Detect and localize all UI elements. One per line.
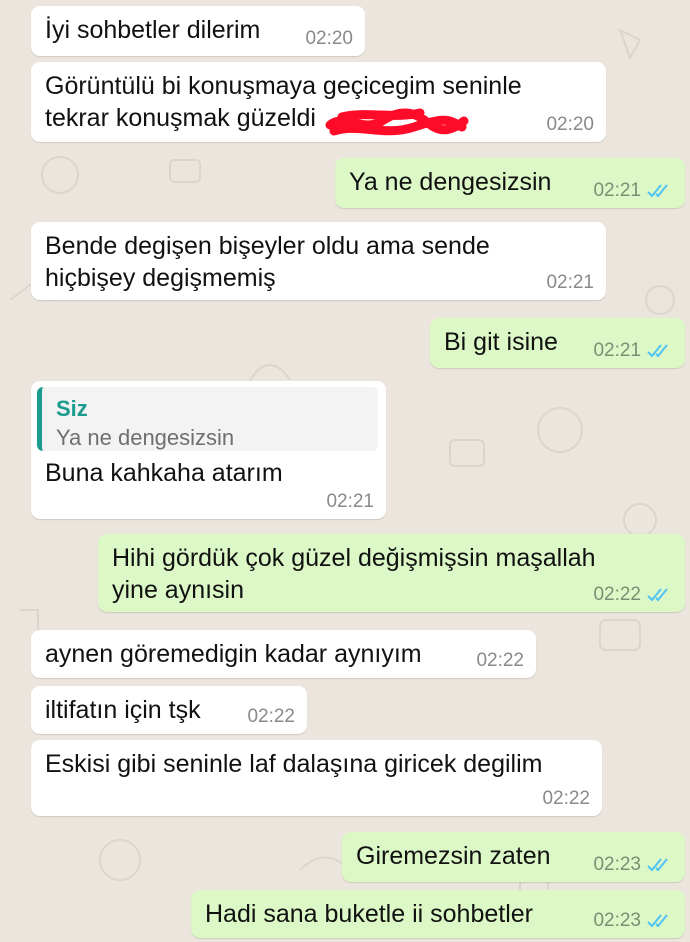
message-time: 02:21 xyxy=(593,340,641,361)
message-bubble-incoming[interactable]: iltifatın için tşk 02:22 xyxy=(31,686,307,734)
message-time: 02:21 xyxy=(546,272,594,293)
read-ticks-icon xyxy=(647,184,668,198)
message-meta: 02:23 xyxy=(593,854,673,876)
read-ticks-icon xyxy=(647,914,668,928)
message-time: 02:20 xyxy=(546,114,594,135)
quoted-message[interactable]: Siz Ya ne dengesizsin xyxy=(37,387,378,451)
message-text: Görüntülü bi konuşmaya geçicegim seninle… xyxy=(45,72,522,132)
message-time: 02:22 xyxy=(476,650,524,671)
message-meta: 02:21 xyxy=(593,340,673,362)
chat-message-list[interactable]: İyi sohbetler dilerim 02:20 Görüntülü bi… xyxy=(0,0,690,942)
message-bubble-outgoing[interactable]: Hihi gördük çok güzel değişmişsin maşall… xyxy=(98,534,685,612)
message-meta: 02:21 xyxy=(593,180,673,202)
message-bubble-incoming[interactable]: Görüntülü bi konuşmaya geçicegim seninle… xyxy=(31,62,606,142)
message-bubble-incoming[interactable]: Eskisi gibi seninle laf dalaşına giricek… xyxy=(31,740,602,816)
redaction-scribble xyxy=(325,108,469,136)
message-bubble-outgoing[interactable]: Bi git isine 02:21 xyxy=(430,318,685,368)
message-bubble-outgoing[interactable]: Ya ne dengesizsin 02:21 xyxy=(335,158,685,208)
message-text: aynen göremedigin kadar aynıyım xyxy=(45,640,422,668)
message-meta: 02:23 xyxy=(593,910,673,932)
message-time: 02:22 xyxy=(247,706,295,727)
message-text: Eskisi gibi seninle laf dalaşına giricek… xyxy=(45,750,543,778)
message-bubble-outgoing[interactable]: Giremezsin zaten 02:23 xyxy=(342,832,685,882)
message-bubble-incoming[interactable]: Bende degişen bişeyler oldu ama sende hi… xyxy=(31,222,606,300)
message-bubble-incoming-reply[interactable]: Siz Ya ne dengesizsin Buna kahkaha atarı… xyxy=(31,381,386,519)
read-ticks-icon xyxy=(647,588,668,602)
message-text: Bende degişen bişeyler oldu ama sende hi… xyxy=(45,232,490,292)
message-time: 02:23 xyxy=(593,854,641,875)
message-meta: 02:20 xyxy=(305,28,353,50)
message-text: Hihi gördük çok güzel değişmişsin maşall… xyxy=(112,544,596,604)
message-time: 02:21 xyxy=(326,491,374,512)
message-meta: 02:22 xyxy=(247,706,295,728)
message-time: 02:23 xyxy=(593,910,641,931)
message-meta: 02:20 xyxy=(546,114,594,136)
message-time: 02:22 xyxy=(593,584,641,605)
message-text: Buna kahkaha atarım xyxy=(45,459,283,487)
message-meta: 02:22 xyxy=(593,584,673,606)
message-time: 02:21 xyxy=(593,180,641,201)
message-meta: 02:22 xyxy=(476,650,524,672)
message-time: 02:22 xyxy=(542,788,590,809)
quoted-author: Siz xyxy=(56,396,88,421)
message-meta: 02:22 xyxy=(542,788,590,810)
message-meta: 02:21 xyxy=(326,491,374,513)
message-meta: 02:21 xyxy=(546,272,594,294)
quoted-text: Ya ne dengesizsin xyxy=(56,425,235,450)
message-bubble-incoming[interactable]: aynen göremedigin kadar aynıyım 02:22 xyxy=(31,630,536,678)
read-ticks-icon xyxy=(647,344,668,358)
message-time: 02:20 xyxy=(305,28,353,49)
message-bubble-incoming[interactable]: İyi sohbetler dilerim 02:20 xyxy=(31,6,365,56)
message-bubble-outgoing[interactable]: Hadi sana buketle ii sohbetler 02:23 xyxy=(191,890,685,938)
read-ticks-icon xyxy=(647,858,668,872)
